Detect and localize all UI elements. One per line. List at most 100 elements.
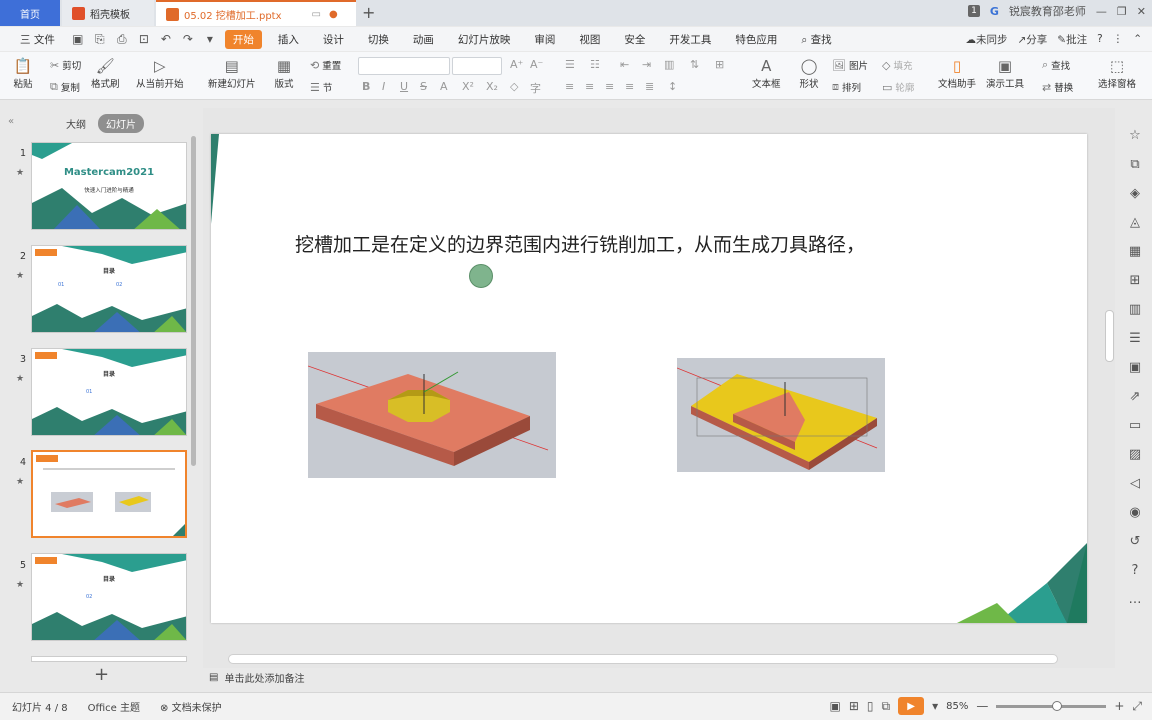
font-color-icon[interactable]: A [440, 80, 448, 93]
history-icon[interactable]: ↺ [1126, 534, 1144, 554]
chart-icon[interactable]: ▥ [1126, 302, 1144, 322]
picture-button[interactable]: 🖼 图片 [832, 58, 868, 73]
text-direction-icon[interactable]: ⇅ [690, 58, 699, 71]
comment-button[interactable]: ✎批注 [1057, 32, 1087, 47]
textbox-button[interactable]: A 文本框 [752, 56, 781, 90]
archive-icon[interactable]: ▭ [1126, 418, 1144, 438]
image-icon[interactable]: ▨ [1126, 447, 1144, 467]
grow-font-icon[interactable]: A⁺ [510, 58, 523, 71]
shape-button[interactable]: ◯ 形状 [798, 56, 820, 90]
customize-icon[interactable]: ▾ [203, 32, 217, 46]
add-slide-button[interactable]: + [94, 664, 109, 685]
export-icon[interactable]: ⇗ [1126, 389, 1144, 409]
help-icon[interactable]: ? [1097, 33, 1103, 45]
tab-document[interactable]: 05.02 挖槽加工.pptx ▭ ● [156, 0, 356, 26]
new-slide-button[interactable]: ▤ 新建幻灯片 [208, 56, 256, 90]
record-icon[interactable]: ◉ [1126, 505, 1144, 525]
font-family-select[interactable] [358, 57, 450, 75]
indent-increase-icon[interactable]: ⇥ [642, 58, 651, 71]
menu-item-view[interactable]: 视图 [571, 30, 608, 49]
redo-icon[interactable]: ↷ [181, 32, 195, 46]
window-count-badge[interactable]: 1 [968, 5, 980, 17]
menu-item-special[interactable]: 特色应用 [727, 30, 785, 49]
slide-thumbnail-1[interactable]: Mastercam2021 快速入门进阶与精通 [31, 142, 187, 230]
subscript-icon[interactable]: X₂ [486, 80, 498, 93]
sync-status[interactable]: ☁未同步 [965, 32, 1007, 47]
print-preview-icon[interactable]: ⊡ [137, 32, 151, 46]
save-icon[interactable]: ▣ [71, 32, 85, 46]
monitor-icon[interactable]: ▭ [312, 9, 321, 20]
present-tool-button[interactable]: ▣ 演示工具 [986, 56, 1024, 90]
slide-thumbnail-2[interactable]: 目录 01 02 [31, 245, 187, 333]
play-options-icon[interactable]: ▾ [932, 699, 938, 713]
find-button[interactable]: ⌕ 查找 [1042, 58, 1070, 72]
collapse-ribbon-icon[interactable]: ⌃ [1133, 33, 1142, 45]
layout-button[interactable]: ▦ 版式 [273, 56, 295, 90]
fill-bucket-icon[interactable]: ◬ [1126, 215, 1144, 235]
share-button[interactable]: ↗分享 [1017, 32, 1047, 47]
more-icon[interactable]: ⋮ [1113, 33, 1124, 45]
more-tools-icon[interactable]: … [1126, 592, 1144, 612]
arrange-button[interactable]: ⧈ 排列 [832, 80, 861, 94]
strikethrough-icon[interactable]: S [420, 80, 427, 93]
slide-thumbnail-6[interactable] [31, 656, 187, 662]
menu-item-home[interactable]: 开始 [224, 29, 262, 49]
undo-icon[interactable]: ↶ [159, 32, 173, 46]
bold-icon[interactable]: B [362, 80, 370, 93]
superscript-icon[interactable]: X² [462, 80, 474, 93]
char-spacing-icon[interactable]: 字 [530, 80, 541, 96]
slide-thumbnail-3[interactable]: 目录 01 [31, 348, 187, 436]
outline-view-tab[interactable]: 大纲 [66, 116, 86, 131]
italic-icon[interactable]: I [382, 80, 385, 93]
close-icon[interactable]: ✕ [1137, 5, 1146, 18]
search-menu[interactable]: ⌕ 查找 [793, 30, 839, 49]
print-icon[interactable]: ⎙ [115, 32, 129, 47]
user-name[interactable]: 锐宸教育邵老师 [1009, 3, 1086, 19]
align-center-icon[interactable]: ≡ [585, 80, 594, 93]
restore-icon[interactable]: ❐ [1117, 5, 1127, 18]
vertical-scrollbar[interactable] [1104, 108, 1116, 668]
tab-template[interactable]: 稻壳模板 [62, 0, 154, 26]
slide-thumbnail-4[interactable] [31, 450, 187, 538]
help-circle-icon[interactable]: ? [1126, 563, 1144, 583]
audio-icon[interactable]: ◁ [1126, 476, 1144, 496]
current-slide[interactable]: 挖槽加工是在定义的边界范围内进行铣削加工，从而生成刀具路径， [211, 134, 1087, 623]
align-text-icon[interactable]: ⊞ [715, 58, 724, 71]
settings-sliders-icon[interactable]: ☰ [1126, 331, 1144, 351]
section-button[interactable]: ☰ 节 [310, 80, 332, 95]
view-reading-icon[interactable]: ▯ [867, 699, 874, 713]
menu-item-animation[interactable]: 动画 [405, 30, 442, 49]
layout-grid-icon[interactable]: ⊞ [1126, 273, 1144, 293]
horizontal-scrollbar[interactable] [228, 654, 1058, 664]
menu-item-security[interactable]: 安全 [616, 30, 653, 49]
theme-name[interactable]: Office 主题 [88, 699, 140, 714]
notes-placeholder[interactable]: 单击此处添加备注 [224, 670, 304, 685]
select-pane-button[interactable]: ⬚ 选择窗格 [1098, 56, 1136, 90]
format-painter-button[interactable]: 🖌 格式刷 [91, 56, 120, 90]
columns-icon[interactable]: ▥ [664, 58, 674, 71]
underline-icon[interactable]: U [400, 80, 408, 93]
shrink-font-icon[interactable]: A⁻ [530, 58, 543, 71]
reset-button[interactable]: ⟲ 重置 [310, 58, 341, 73]
slides-view-tab[interactable]: 幻灯片 [98, 114, 144, 133]
animation-pane-icon[interactable]: ☆ [1126, 128, 1144, 148]
pocket-octagon-image[interactable] [308, 352, 556, 478]
menu-item-review[interactable]: 审阅 [526, 30, 563, 49]
clear-format-icon[interactable]: ◇ [510, 80, 518, 93]
slide-thumbnail-5[interactable]: 目录 02 [31, 553, 187, 641]
from-current-button[interactable]: ▷ 从当前开始 [136, 56, 184, 90]
save-as-icon[interactable]: ⎘ [93, 32, 107, 47]
zoom-in-icon[interactable]: + [1114, 699, 1124, 713]
transition-icon[interactable]: ⧉ [1126, 157, 1144, 177]
line-spacing-icon[interactable]: ↕ [668, 80, 677, 93]
indent-decrease-icon[interactable]: ⇤ [620, 58, 629, 71]
copy-button[interactable]: ⧉ 复制 [50, 80, 80, 94]
numbering-icon[interactable]: ☷ [590, 58, 600, 71]
zoom-level[interactable]: 85% [946, 701, 968, 712]
bullets-icon[interactable]: ☰ [565, 58, 575, 71]
minimize-icon[interactable]: — [1096, 5, 1107, 18]
font-size-select[interactable] [452, 57, 502, 75]
menu-item-slideshow[interactable]: 幻灯片放映 [450, 30, 519, 49]
view-notes-icon[interactable]: ⧉ [881, 699, 890, 714]
align-left-icon[interactable]: ≡ [565, 80, 574, 93]
